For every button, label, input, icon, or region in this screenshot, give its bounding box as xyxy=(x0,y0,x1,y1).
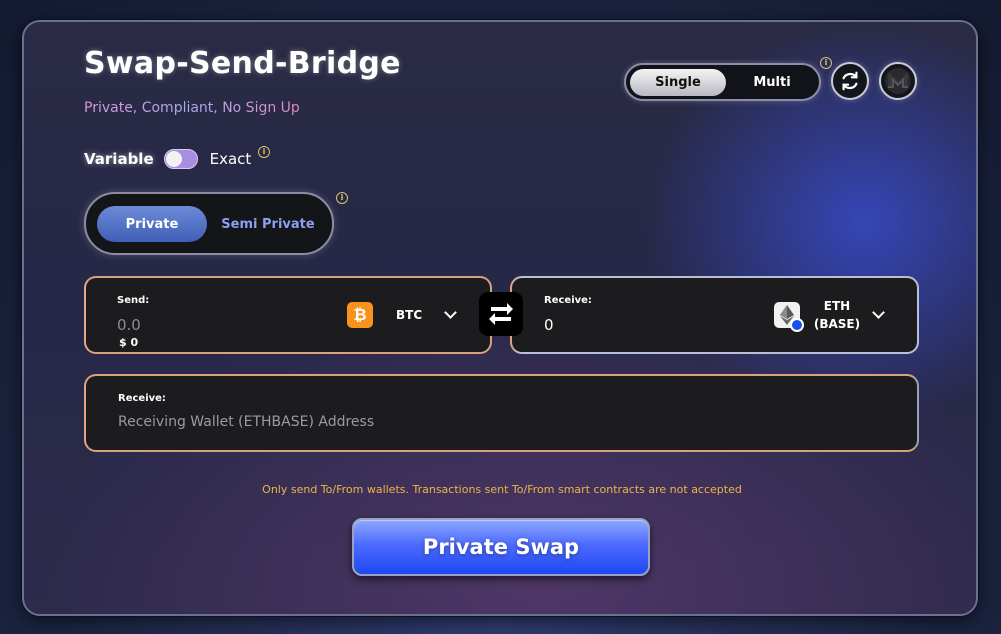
rate-info-icon[interactable]: i xyxy=(258,146,270,158)
ethereum-base-icon xyxy=(774,302,804,332)
privacy-toggle[interactable]: Private Semi Private xyxy=(84,192,334,255)
private-swap-button[interactable]: Private Swap xyxy=(352,518,650,576)
receive-coin-symbol: ETH xyxy=(823,299,851,313)
mode-multi-option[interactable]: Multi xyxy=(724,69,820,96)
contract-warning-text: Only send To/From wallets. Transactions … xyxy=(262,483,742,496)
receive-label: Receive: xyxy=(544,295,592,306)
receive-amount: 0 xyxy=(544,316,554,334)
refresh-button[interactable] xyxy=(831,62,869,100)
variable-exact-switch[interactable] xyxy=(163,149,198,169)
semi-private-option[interactable]: Semi Private xyxy=(208,206,328,242)
rate-type-row: Variable Exact xyxy=(84,148,251,170)
receiving-address-input[interactable]: Receiving Wallet (ETHBASE) Address xyxy=(118,414,374,430)
swap-arrows-icon xyxy=(489,303,513,325)
receive-coin-network: (BASE) xyxy=(813,317,861,331)
receive-coin-name: ETH (BASE) xyxy=(812,297,862,333)
send-panel: Send: 0.0 $ 0 ₿ BTC xyxy=(84,276,492,354)
single-multi-toggle[interactable]: Single Multi xyxy=(624,63,821,101)
mode-info-icon[interactable]: i xyxy=(820,57,832,69)
switch-knob xyxy=(165,151,182,167)
page-subtitle: Private, Compliant, No Sign Up xyxy=(84,100,300,116)
swap-direction-button[interactable] xyxy=(479,292,523,336)
page-title: Swap-Send-Bridge xyxy=(84,46,401,81)
app-background: Swap-Send-Bridge Private, Compliant, No … xyxy=(0,0,1001,634)
address-label: Receive: xyxy=(118,393,166,404)
send-amount-input[interactable]: 0.0 xyxy=(117,316,141,334)
privacy-info-icon[interactable]: i xyxy=(336,192,348,204)
swap-card: Swap-Send-Bridge Private, Compliant, No … xyxy=(22,20,978,616)
variable-label: Variable xyxy=(84,150,154,168)
send-coin-chevron-down-icon[interactable] xyxy=(444,306,457,319)
refresh-icon xyxy=(842,71,858,91)
base-badge-icon xyxy=(790,318,804,332)
receive-coin-chevron-down-icon[interactable] xyxy=(872,306,885,319)
monero-icon xyxy=(885,68,911,94)
bitcoin-icon: ₿ xyxy=(347,302,373,328)
mode-single-option[interactable]: Single xyxy=(630,69,726,96)
monero-wallet-button[interactable] xyxy=(879,62,917,100)
private-option[interactable]: Private xyxy=(97,206,207,242)
send-label: Send: xyxy=(117,295,150,306)
exact-label: Exact xyxy=(209,150,252,168)
receive-panel: Receive: 0 ETH (BASE) xyxy=(510,276,919,354)
receiving-address-panel: Receive: Receiving Wallet (ETHBASE) Addr… xyxy=(84,374,919,452)
send-usd-value: $ 0 xyxy=(119,336,139,349)
send-coin-name: BTC xyxy=(396,308,423,322)
